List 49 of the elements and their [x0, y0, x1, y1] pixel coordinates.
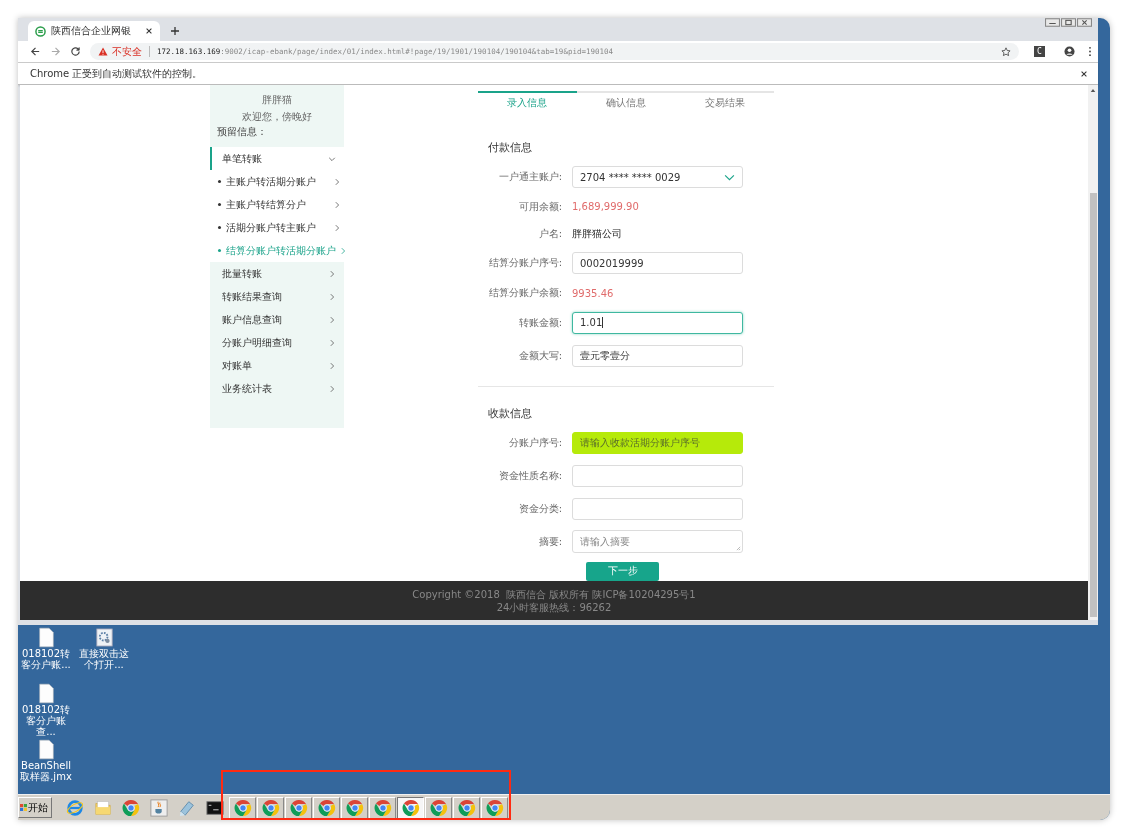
- input-field[interactable]: 1.01: [572, 312, 743, 334]
- memo-field[interactable]: 请输入摘要: [572, 530, 743, 554]
- field-label: 结算分账户序号:: [487, 256, 562, 271]
- step-label: 确认信息: [576, 91, 676, 110]
- field-label: 金额大写:: [517, 348, 562, 363]
- field-label: 资金分类:: [517, 501, 562, 516]
- security-label: 不安全: [112, 44, 142, 59]
- account-name: 胖胖猫公司: [572, 226, 622, 241]
- input-field[interactable]: 0002019999: [572, 252, 743, 275]
- desktop-icon-label[interactable]: 018102转客分户账查...: [18, 704, 74, 737]
- balance-value: 9935.46: [572, 287, 614, 299]
- footer-text: Copyright ©2018 陕西信合 版权所有 陕ICP备10204295号1: [412, 587, 696, 601]
- submenu-item[interactable]: 活期分账户转主账户: [210, 216, 344, 239]
- section-title: 收款信息: [487, 407, 533, 422]
- section-title: 付款信息: [487, 140, 533, 155]
- greeting-text: 欢迎您，傍晚好: [242, 110, 312, 124]
- submenu-item[interactable]: 主账户转活期分账户: [210, 170, 344, 193]
- menu-item[interactable]: 账户信息查询: [210, 308, 344, 331]
- step-label: 录入信息: [478, 91, 577, 110]
- browser-tab[interactable]: 陕西信合企业网银: [28, 21, 160, 41]
- footer-text: 24小时客服热线：96262: [496, 600, 612, 614]
- desktop-icon-label[interactable]: 018102转客分户账...: [18, 648, 74, 670]
- input-field[interactable]: 壹元零壹分: [572, 344, 743, 367]
- field-label: 分账户序号:: [507, 436, 562, 451]
- submenu-item[interactable]: 主账户转结算分户: [210, 193, 344, 216]
- menu-item[interactable]: 转账结果查询: [210, 285, 344, 308]
- start-button[interactable]: 开始: [18, 797, 52, 818]
- menu-item[interactable]: 业务统计表: [210, 377, 344, 400]
- balance-value: 1,689,999.90: [572, 201, 639, 213]
- field-label: 结算分账户余额:: [487, 286, 562, 301]
- menu-item[interactable]: 对账单: [210, 354, 344, 377]
- field-label: 摘要:: [537, 534, 562, 549]
- input-field[interactable]: 请输入收款活期分账户序号: [572, 432, 743, 455]
- menu-item[interactable]: 分账户明细查询: [210, 331, 344, 354]
- notice-label: 预留信息：: [216, 125, 267, 139]
- account-select[interactable]: 2704 **** **** 0029: [572, 166, 743, 189]
- field-label: 资金性质名称:: [497, 469, 562, 484]
- menu-item[interactable]: 批量转账: [210, 262, 344, 285]
- automation-notice: Chrome 正受到自动测试软件的控制。: [30, 66, 204, 81]
- desktop-icon-label[interactable]: BeanShell 取样器.jmx: [18, 760, 74, 782]
- desktop-icon-label[interactable]: 直接双击这个打开...: [76, 648, 132, 670]
- field-label: 户名:: [537, 226, 562, 241]
- field-label: 转账金额:: [517, 316, 562, 330]
- user-name: 胖胖猫: [262, 93, 292, 107]
- step-label: 交易结果: [675, 91, 774, 110]
- menu-item[interactable]: 单笔转账: [210, 147, 344, 170]
- extension-button[interactable]: C: [1034, 46, 1045, 57]
- field-label: 一户通主账户:: [497, 170, 562, 185]
- field-label: 可用余额:: [517, 199, 562, 214]
